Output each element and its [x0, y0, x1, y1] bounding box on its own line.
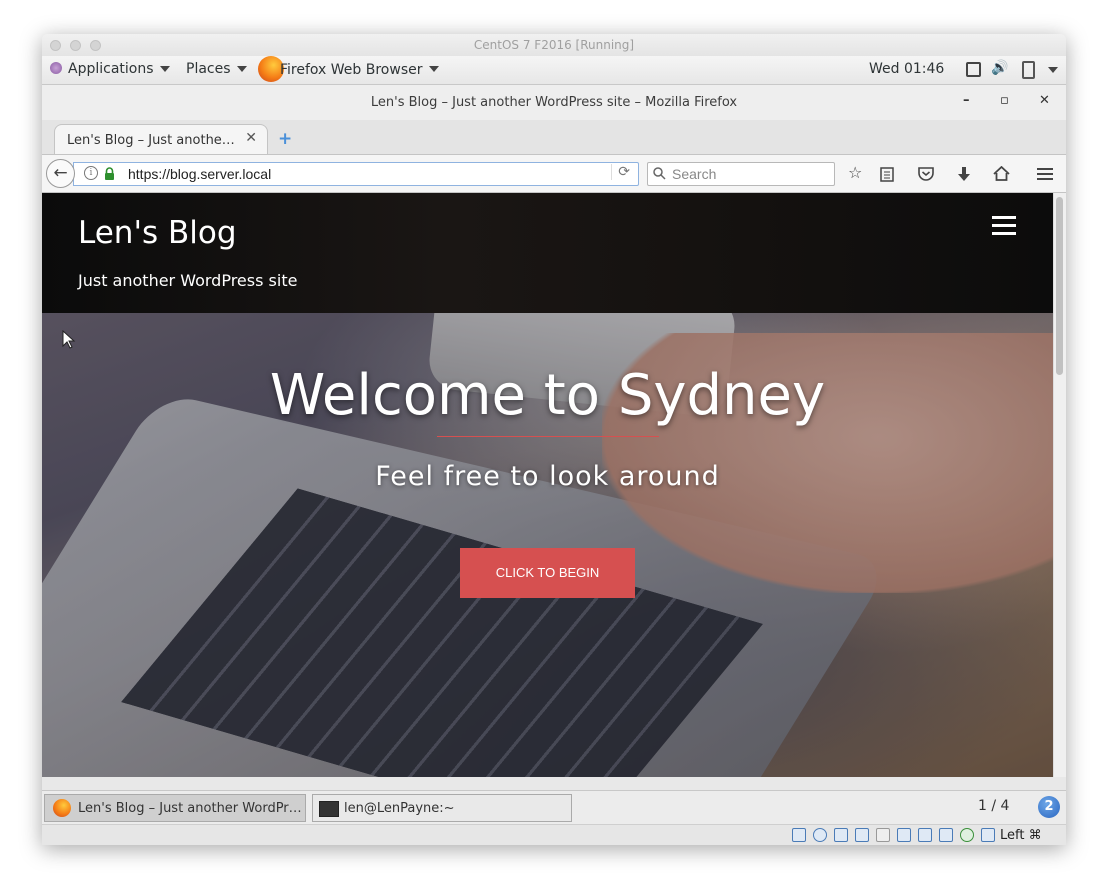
chevron-down-icon [236, 66, 247, 72]
tab-strip: Len's Blog – Just anothe… ✕ + [42, 120, 1066, 154]
help-button[interactable]: 2 [1038, 796, 1060, 818]
tab-close-button[interactable]: ✕ [245, 130, 257, 146]
menu-icon[interactable] [1037, 167, 1053, 181]
close-button[interactable]: ✕ [1039, 93, 1050, 108]
minimize-button[interactable]: – [963, 93, 970, 108]
system-menu-chevron-icon[interactable] [1042, 62, 1058, 78]
url-bar[interactable]: i https://blog.server.local ⟳ [73, 162, 639, 186]
task-firefox-label: Len's Blog – Just another WordPr… [78, 801, 302, 816]
clock[interactable]: Wed 01:46 [869, 61, 944, 77]
download-icon[interactable] [957, 166, 971, 182]
task-firefox[interactable]: Len's Blog – Just another WordPr… [44, 794, 306, 822]
places-label: Places [186, 61, 231, 77]
firefox-icon [53, 799, 71, 817]
page-scrollbar[interactable] [1053, 193, 1066, 777]
web-page: Welcome to Sydney Feel free to look arou… [42, 193, 1053, 777]
vbox-status-bar: Left ⌘ [42, 824, 1066, 845]
search-icon [653, 167, 666, 180]
nav-toolbar: i https://blog.server.local ⟳ ← Search ☆ [42, 154, 1066, 193]
gnome-top-bar: Applications Places Firefox Web Browser … [42, 56, 1066, 85]
battery-icon[interactable] [1022, 61, 1035, 83]
app-menu-label: Firefox Web Browser [280, 62, 423, 78]
video-capture-icon[interactable] [939, 828, 953, 842]
bookmark-star-icon[interactable]: ☆ [848, 163, 862, 182]
firefox-window-title: Len's Blog – Just another WordPress site… [370, 95, 738, 110]
chevron-down-icon [428, 66, 439, 72]
home-icon[interactable] [993, 166, 1010, 181]
usb-icon[interactable] [876, 828, 890, 842]
applications-label: Applications [68, 61, 154, 77]
app-menu-firefox[interactable]: Firefox Web Browser [258, 56, 439, 82]
audio-icon[interactable] [834, 828, 848, 842]
site-header: Len's Blog Just another WordPress site [42, 193, 1053, 313]
search-placeholder: Search [672, 166, 717, 182]
vm-titlebar: CentOS 7 F2016 [Running] [42, 34, 1066, 57]
maximize-button[interactable]: ▫ [1000, 93, 1009, 108]
screen-icon[interactable] [966, 62, 981, 81]
hero-subtitle: Feel free to look around [375, 461, 720, 492]
tab-lens-blog[interactable]: Len's Blog – Just anothe… ✕ [54, 124, 268, 154]
tab-label: Len's Blog – Just anothe… [67, 133, 235, 148]
applications-menu[interactable]: Applications [50, 61, 170, 77]
reload-icon[interactable]: ⟳ [611, 164, 630, 180]
task-terminal-label: len@LenPayne:~ [344, 801, 455, 816]
task-terminal[interactable]: len@LenPayne:~ [312, 794, 572, 822]
window-list: Len's Blog – Just another WordPr… len@Le… [42, 790, 1066, 825]
places-menu[interactable]: Places [186, 61, 247, 77]
display-icon[interactable] [918, 828, 932, 842]
back-button[interactable]: ← [46, 159, 75, 188]
vm-title: CentOS 7 F2016 [Running] [473, 38, 635, 52]
vm-window: CentOS 7 F2016 [Running] Applications Pl… [42, 34, 1066, 845]
reading-list-icon[interactable] [880, 166, 894, 182]
firefox-titlebar: Len's Blog – Just another WordPress site… [42, 85, 1066, 121]
hero-section: Welcome to Sydney Feel free to look arou… [42, 313, 1053, 777]
hero-title: Welcome to Sydney [269, 363, 826, 428]
workspace-pager[interactable]: 1 / 4 [978, 798, 1009, 814]
url-text[interactable]: https://blog.server.local [128, 166, 271, 182]
hard-disk-icon[interactable] [792, 828, 806, 842]
site-title[interactable]: Len's Blog [78, 215, 237, 251]
new-tab-button[interactable]: + [278, 129, 292, 149]
terminal-icon [319, 801, 339, 817]
click-to-begin-button[interactable]: CLICK TO BEGIN [460, 548, 635, 598]
mouse-cursor-icon [62, 330, 76, 349]
chevron-down-icon [159, 66, 170, 72]
mouse-integration-icon[interactable] [981, 828, 995, 842]
pocket-icon[interactable] [918, 166, 934, 181]
hero-divider [437, 436, 659, 437]
host-key-label: Left ⌘ [1000, 828, 1042, 843]
site-description: Just another WordPress site [78, 271, 298, 290]
info-icon[interactable]: i [84, 166, 98, 180]
hamburger-icon[interactable] [992, 216, 1016, 236]
optical-drive-icon[interactable] [813, 828, 827, 842]
volume-icon[interactable]: 🔊 [991, 60, 1008, 76]
network-icon[interactable] [855, 828, 869, 842]
back-arrow-icon: ← [53, 163, 68, 183]
shared-folders-icon[interactable] [897, 828, 911, 842]
scrollbar-thumb[interactable] [1056, 197, 1063, 375]
lock-icon[interactable] [104, 167, 115, 181]
cpu-icon[interactable] [960, 828, 974, 842]
search-bar[interactable]: Search [647, 162, 835, 186]
gnome-foot-icon [50, 62, 62, 74]
